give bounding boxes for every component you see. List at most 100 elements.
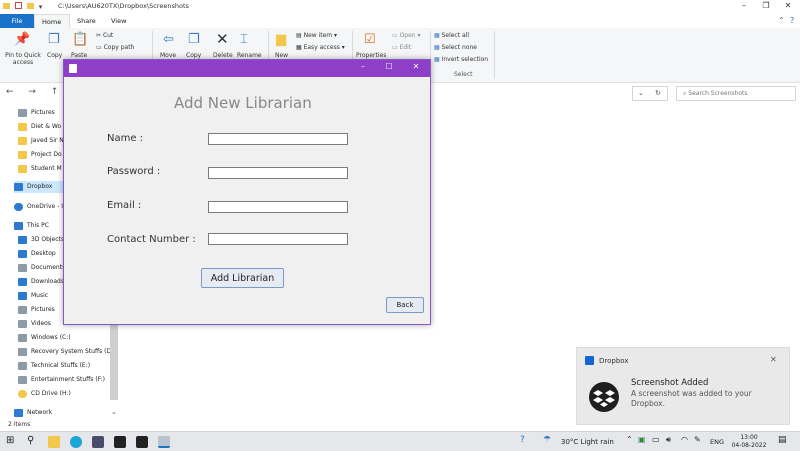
rename-icon: ⌶ bbox=[240, 32, 248, 47]
tab-file[interactable]: File bbox=[0, 14, 34, 28]
nav-item[interactable]: Student M bbox=[18, 163, 62, 175]
scroll-down-icon[interactable]: ⌄ bbox=[111, 408, 117, 416]
dialog-minimize-button[interactable]: – bbox=[354, 62, 372, 71]
clock-date: 04-08-2022 bbox=[731, 442, 767, 449]
start-windows-icon[interactable]: ⊞ bbox=[6, 435, 14, 446]
nav-item[interactable]: Pictures bbox=[18, 304, 55, 316]
nav-item[interactable]: Entertainment Stuffs (F:) bbox=[18, 374, 105, 386]
nav-item[interactable]: Documents bbox=[18, 262, 65, 274]
back-button[interactable]: Back bbox=[386, 297, 424, 313]
chevron-down-icon[interactable]: ⌄ bbox=[638, 89, 644, 97]
new-folder-icon[interactable] bbox=[27, 3, 35, 9]
tab-home[interactable]: Home bbox=[34, 14, 70, 28]
move-to-icon: ⇦ bbox=[163, 32, 174, 47]
edge-icon[interactable] bbox=[70, 436, 82, 448]
volume-icon[interactable]: 🔊︎ bbox=[666, 435, 671, 445]
cut-button[interactable]: ✂ Cut bbox=[96, 32, 113, 39]
paste-button[interactable]: Paste bbox=[71, 52, 87, 59]
maximize-button[interactable]: ❐ bbox=[756, 1, 776, 13]
file-explorer-icon[interactable] bbox=[48, 436, 60, 448]
chevron-down-icon[interactable]: ▾ bbox=[39, 3, 43, 11]
nav-item-onedrive[interactable]: OneDrive - I bbox=[14, 201, 63, 213]
nav-item[interactable]: Desktop bbox=[18, 248, 56, 260]
refresh-icon[interactable]: ↻ bbox=[655, 89, 661, 97]
copy-button[interactable]: Copy bbox=[47, 52, 62, 59]
close-button[interactable]: ✕ bbox=[778, 1, 798, 13]
nav-item[interactable]: Videos bbox=[18, 318, 51, 330]
open-button[interactable]: ▭ Open ▾ bbox=[392, 32, 421, 39]
help-icon[interactable]: ? bbox=[790, 16, 794, 25]
tray-app-icon[interactable]: ▣ bbox=[638, 435, 646, 444]
desktop-icon bbox=[18, 249, 27, 258]
nav-item[interactable]: Javed Sir N bbox=[18, 135, 64, 147]
notification-close-icon[interactable]: ✕ bbox=[770, 355, 777, 364]
dropbox-notification[interactable]: Dropbox ✕ Screenshot Added A screenshot … bbox=[576, 347, 790, 425]
password-label: Password : bbox=[107, 166, 161, 177]
taskbar: ⊞ ⚲ ? ☂ 30°C Light rain ⌃ ▣ ▭ 🔊︎ ◠ ✎ ENG… bbox=[0, 431, 800, 451]
drive-icon bbox=[18, 361, 27, 370]
nav-item[interactable]: Diet & Wo bbox=[18, 121, 61, 133]
edit-button[interactable]: ▭ Edit bbox=[392, 44, 411, 51]
nav-item[interactable]: Windows (C:) bbox=[18, 332, 71, 344]
window-path-title: C:\Users\AU620TX\Dropbox\Screenshots bbox=[58, 2, 189, 10]
nav-item[interactable]: Recovery System Stuffs (D: bbox=[18, 346, 113, 358]
delete-button[interactable]: Delete bbox=[213, 52, 233, 59]
minimize-button[interactable]: – bbox=[734, 1, 754, 13]
wifi-icon[interactable]: ◠ bbox=[681, 435, 688, 444]
nav-item[interactable]: Downloads bbox=[18, 276, 64, 288]
nav-item[interactable]: CD Drive (H:) bbox=[18, 388, 71, 400]
nav-item[interactable]: Technical Stuffs (E:) bbox=[18, 360, 90, 372]
notification-title: Screenshot Added bbox=[631, 378, 709, 388]
add-librarian-button[interactable]: Add Librarian bbox=[201, 268, 284, 288]
name-input[interactable] bbox=[208, 133, 348, 145]
status-bar-item-count: 2 items bbox=[8, 421, 31, 428]
nav-pane-scrollbar[interactable] bbox=[110, 320, 118, 400]
nav-item[interactable]: 3D Objects bbox=[18, 234, 64, 246]
pen-icon[interactable]: ✎ bbox=[694, 435, 701, 444]
invert-selection-button[interactable]: ▦ Invert selection bbox=[434, 56, 488, 63]
tab-view[interactable]: View bbox=[104, 14, 134, 28]
clock[interactable]: 13:00 04-08-2022 bbox=[728, 434, 770, 450]
quick-access-toolbar[interactable]: ▾ bbox=[3, 2, 63, 12]
search-icon[interactable]: ⚲ bbox=[27, 435, 34, 446]
dialog-maximize-button[interactable]: ☐ bbox=[380, 62, 398, 71]
email-input[interactable] bbox=[208, 201, 348, 213]
language-indicator[interactable]: ENG bbox=[710, 438, 724, 446]
easy-access-button[interactable]: ▦ Easy access ▾ bbox=[296, 44, 345, 51]
battery-icon[interactable]: ▭ bbox=[652, 435, 660, 444]
address-controls[interactable]: ⌄ ↻ bbox=[632, 86, 668, 101]
dialog-close-button[interactable]: ✕ bbox=[407, 62, 425, 71]
tab-share[interactable]: Share bbox=[70, 14, 100, 28]
terminal-icon[interactable] bbox=[114, 436, 126, 448]
new-folder-button[interactable]: New bbox=[275, 52, 288, 59]
folder-icon bbox=[18, 150, 27, 159]
back-forward-up-icons[interactable]: ← → ↑ bbox=[6, 87, 64, 97]
new-item-button[interactable]: ▤ New item ▾ bbox=[296, 32, 337, 39]
app-icon[interactable] bbox=[92, 436, 104, 448]
contact-number-input[interactable] bbox=[208, 233, 348, 245]
new-folder-icon: ▆ bbox=[276, 32, 286, 47]
terminal-icon[interactable] bbox=[136, 436, 148, 448]
select-none-button[interactable]: ▦ Select none bbox=[434, 44, 477, 51]
weather-text[interactable]: 30°C Light rain bbox=[561, 438, 614, 446]
nav-item-this-pc[interactable]: This PC bbox=[14, 220, 49, 232]
search-input[interactable]: ⌕ Search Screenshots bbox=[676, 86, 796, 101]
select-all-button[interactable]: ▦ Select all bbox=[434, 32, 469, 39]
notification-center-icon[interactable]: ▤ bbox=[778, 435, 787, 445]
copy-path-button[interactable]: ▭ Copy path bbox=[96, 44, 134, 51]
nav-item-network[interactable]: Network bbox=[14, 407, 52, 419]
password-input[interactable] bbox=[208, 167, 348, 179]
properties-icon[interactable] bbox=[15, 2, 23, 9]
move-to-button[interactable]: Move bbox=[160, 52, 176, 59]
help-icon[interactable]: ? bbox=[520, 435, 525, 445]
copy-to-button[interactable]: Copy bbox=[186, 52, 201, 59]
chevron-up-icon[interactable]: ⌃ bbox=[626, 435, 633, 444]
nav-item[interactable]: Pictures bbox=[18, 107, 55, 119]
nav-item[interactable]: Project Do bbox=[18, 149, 62, 161]
nav-item[interactable]: Music bbox=[18, 290, 48, 302]
ribbon-expand-icon[interactable]: ⌃ bbox=[778, 16, 785, 25]
properties-button[interactable]: Properties bbox=[356, 52, 386, 59]
pin-quick-access-button[interactable]: Pin to Quick access bbox=[4, 52, 42, 66]
rename-button[interactable]: Rename bbox=[237, 52, 262, 59]
java-app-icon[interactable] bbox=[158, 436, 170, 448]
